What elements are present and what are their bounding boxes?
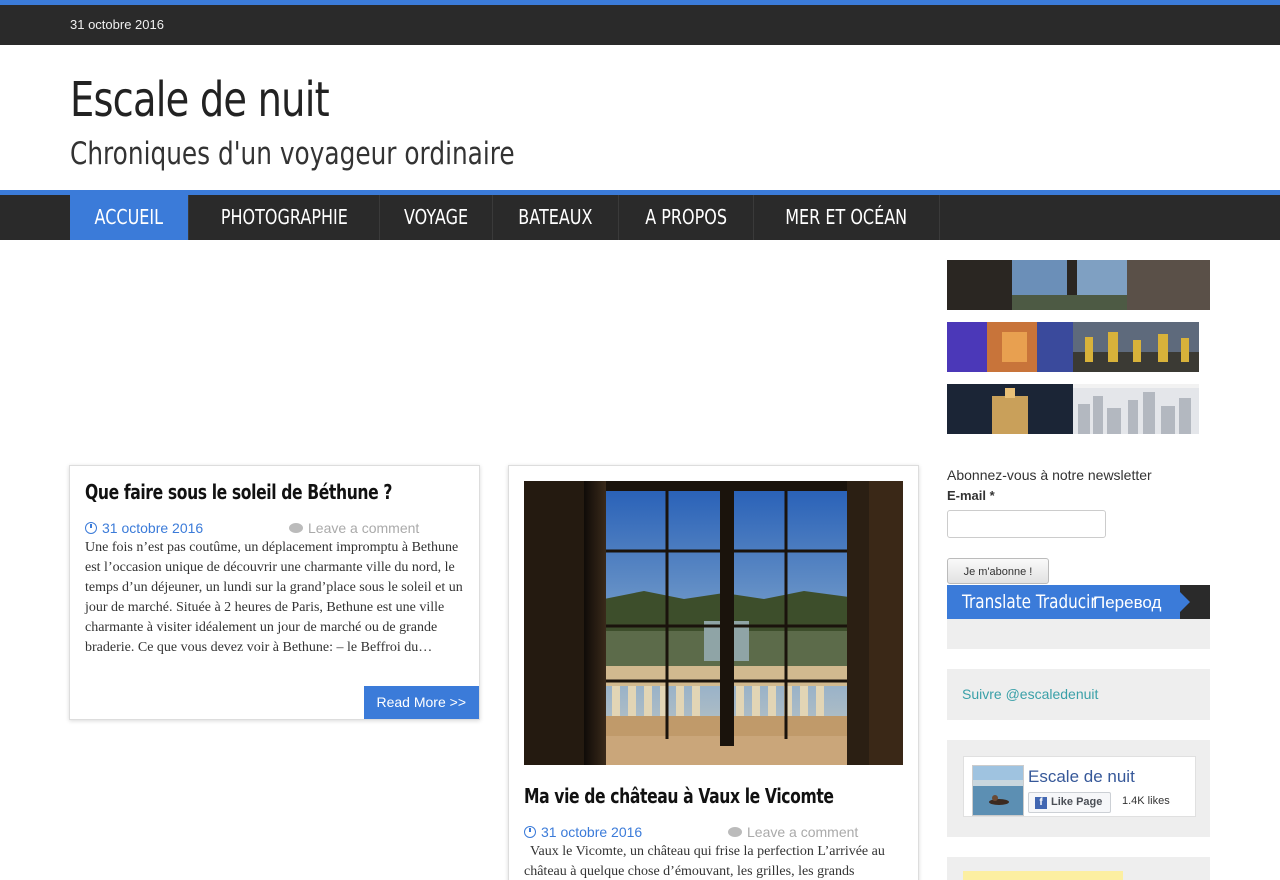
leave-comment-text: Leave a comment (747, 824, 859, 840)
facebook-widget: Escale de nuit f Like Page 1.4K likes (947, 740, 1210, 837)
facebook-page-card: Escale de nuit f Like Page 1.4K likes (963, 756, 1196, 817)
thumbnail-image (947, 260, 1210, 310)
translate-title: Translate Traducir (962, 591, 1097, 613)
thumbnail-image (1073, 384, 1199, 434)
current-date: 31 octobre 2016 (70, 17, 164, 32)
post-date[interactable]: 31 octobre 2016 (85, 520, 289, 536)
nav-item-mer-et-ocean[interactable]: MER ET OCÉAN (754, 195, 940, 240)
post-title[interactable]: Que faire sous le soleil de Béthune ? (85, 480, 392, 504)
nav-label: VOYAGE (404, 205, 469, 229)
gallery-thumbnail-window-view[interactable] (947, 260, 1210, 310)
post-title[interactable]: Ma vie de château à Vaux le Vicomte (524, 784, 834, 808)
post-card-vaux-le-vicomte: Ma vie de château à Vaux le Vicomte 31 o… (508, 465, 919, 880)
read-more-button[interactable]: Read More >> (363, 686, 479, 719)
facebook-icon: f (1035, 796, 1047, 809)
post-date-text: 31 octobre 2016 (102, 520, 204, 536)
clock-icon (85, 522, 97, 534)
leave-comment-text: Leave a comment (308, 520, 420, 536)
avatar-image (973, 766, 1023, 815)
site-tagline: Chroniques d'un voyageur ordinaire (70, 136, 515, 172)
nav-item-a-propos[interactable]: A PROPOS (619, 195, 755, 240)
gallery-thumbnail-light-show[interactable] (947, 322, 1073, 372)
leave-comment-link[interactable]: Leave a comment (728, 824, 858, 840)
post-meta: 31 octobre 2016 Leave a comment (85, 518, 465, 538)
nav-label: ACCUEIL (94, 205, 164, 229)
email-field[interactable] (947, 510, 1106, 538)
like-button-label: Like Page (1051, 796, 1103, 808)
required-marker: * (989, 488, 995, 503)
thumbnail-image (947, 384, 1073, 434)
post-excerpt: Une fois n’est pas coutûme, un déplaceme… (85, 540, 463, 655)
nav-label: PHOTOGRAPHIE (220, 205, 348, 229)
sidebar-widget-bottom (947, 857, 1210, 880)
main-content: Que faire sous le soleil de Béthune ? 31… (0, 240, 1280, 880)
top-bar: 31 octobre 2016 (0, 5, 1280, 45)
clock-icon (524, 826, 536, 838)
email-field-label: E-mail * (947, 488, 995, 503)
chateau-window-image (524, 481, 903, 765)
nav-item-photographie[interactable]: PHOTOGRAPHIE (189, 195, 381, 240)
gallery-thumbnail-city-skyline[interactable] (1073, 384, 1199, 434)
post-featured-image[interactable] (524, 481, 903, 765)
translate-tab: Translate Traducir Перевод (947, 585, 1190, 619)
thumbnail-image (1073, 322, 1199, 372)
facebook-page-avatar[interactable] (972, 765, 1024, 816)
facebook-likes-count: 1.4K likes (1122, 795, 1170, 807)
post-card-bethune: Que faire sous le soleil de Béthune ? 31… (69, 465, 480, 720)
subscribe-button[interactable]: Je m'abonne ! (947, 558, 1049, 584)
post-date-text: 31 octobre 2016 (541, 824, 643, 840)
thumbnail-image (947, 322, 1073, 372)
nav-label: A PROPOS (645, 205, 728, 229)
post-meta: 31 octobre 2016 Leave a comment (524, 822, 904, 842)
twitter-follow-link[interactable]: Suivre @escaledenuit (962, 686, 1098, 702)
translate-header: Translate Traducir Перевод (947, 585, 1210, 619)
highlight-banner (963, 871, 1123, 880)
comments-icon (728, 827, 742, 837)
gallery-thumbnail-night-castle[interactable] (947, 384, 1073, 434)
nav-item-accueil[interactable]: ACCUEIL (70, 195, 189, 240)
nav-item-bateaux[interactable]: BATEAUX (493, 195, 620, 240)
email-label-text: E-mail (947, 488, 987, 503)
post-date[interactable]: 31 octobre 2016 (524, 824, 728, 840)
nav-item-voyage[interactable]: VOYAGE (380, 195, 494, 240)
facebook-like-button[interactable]: f Like Page (1028, 792, 1112, 813)
facebook-page-name[interactable]: Escale de nuit (1028, 767, 1135, 787)
site-header: Escale de nuit Chroniques d'un voyageur … (0, 45, 1280, 190)
translate-title-russian: Перевод (1093, 593, 1162, 612)
main-navigation: ACCUEIL PHOTOGRAPHIE VOYAGE BATEAUX A PR… (0, 195, 1280, 240)
leave-comment-link[interactable]: Leave a comment (289, 520, 419, 536)
comments-icon (289, 523, 303, 533)
site-title[interactable]: Escale de nuit (70, 72, 1038, 128)
nav-label: MER ET OCÉAN (785, 205, 908, 229)
gallery-thumbnail-golden-statues[interactable] (1073, 322, 1199, 372)
post-excerpt: Vaux le Vicomte, un château qui frise la… (524, 844, 885, 879)
nav-label: BATEAUX (518, 205, 593, 229)
translate-widget: Translate Traducir Перевод (947, 585, 1210, 649)
twitter-follow-widget: Suivre @escaledenuit (947, 669, 1210, 720)
newsletter-label: Abonnez-vous à notre newsletter (947, 467, 1152, 483)
